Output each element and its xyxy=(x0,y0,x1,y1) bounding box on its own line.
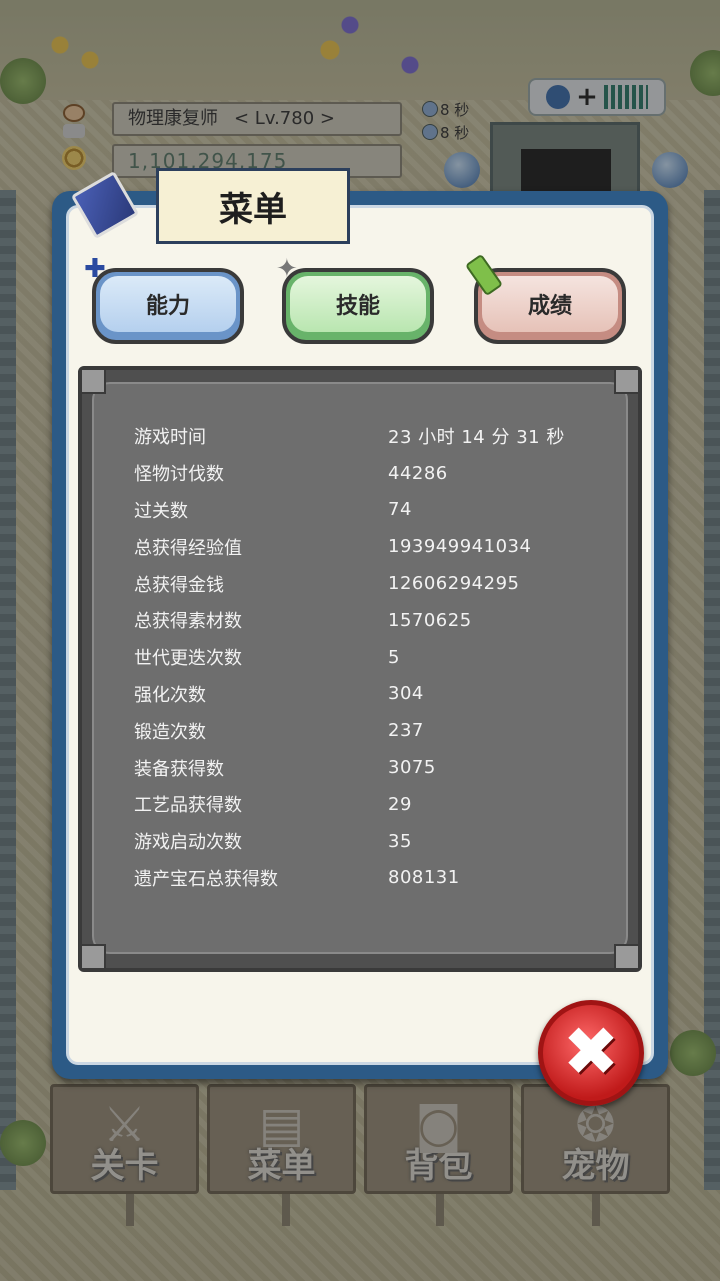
stat-row: 总获得经验值 193949941034 xyxy=(134,528,614,565)
stat-value: 3075 xyxy=(388,757,436,779)
close-icon: ✖ xyxy=(562,1013,620,1092)
menu-title: 菜单 xyxy=(156,168,350,244)
frame-corner xyxy=(80,368,106,394)
stat-row: 遗产宝石总获得数 808131 xyxy=(134,860,614,897)
stat-row: 总获得金钱 12606294295 xyxy=(134,565,614,602)
stat-label: 过关数 xyxy=(134,500,188,522)
stat-label: 工艺品获得数 xyxy=(134,795,242,817)
stat-value: 12606294295 xyxy=(388,573,520,595)
tab-record-label: 成绩 xyxy=(482,276,618,332)
stat-label: 总获得金钱 xyxy=(134,574,224,596)
stat-row: 怪物讨伐数 44286 xyxy=(134,455,614,492)
frame-corner xyxy=(614,944,640,970)
stat-value: 74 xyxy=(388,499,412,521)
stat-value: 29 xyxy=(388,793,412,815)
stat-row: 游戏启动次数 35 xyxy=(134,823,614,860)
stat-value: 808131 xyxy=(388,867,460,889)
stat-row: 装备获得数 3075 xyxy=(134,749,614,786)
tab-ability[interactable]: 能力 xyxy=(92,268,244,344)
stat-row: 游戏时间 23 小时 14 分 31 秒 xyxy=(134,418,614,455)
stat-label: 怪物讨伐数 xyxy=(134,464,224,486)
stat-row: 强化次数 304 xyxy=(134,676,614,713)
stat-value: 23 小时 14 分 31 秒 xyxy=(388,427,565,449)
frame-corner xyxy=(614,368,640,394)
stat-row: 工艺品获得数 29 xyxy=(134,786,614,823)
stat-row: 世代更迭次数 5 xyxy=(134,639,614,676)
stat-label: 遗产宝石总获得数 xyxy=(134,868,278,890)
stat-value: 44286 xyxy=(388,462,448,484)
tab-ability-label: 能力 xyxy=(100,276,236,332)
tab-skill[interactable]: 技能 xyxy=(282,268,434,344)
stat-value: 1570625 xyxy=(388,609,472,631)
sparkle-icon: ✦ xyxy=(276,254,298,284)
stat-value: 304 xyxy=(388,683,424,705)
stat-row: 锻造次数 237 xyxy=(134,712,614,749)
tab-skill-label: 技能 xyxy=(290,276,426,332)
stat-value: 35 xyxy=(388,830,412,852)
frame-corner xyxy=(80,944,106,970)
stats-list: 游戏时间 23 小时 14 分 31 秒怪物讨伐数 44286 过关数 74 总获得经验值… xyxy=(134,418,614,896)
stat-label: 世代更迭次数 xyxy=(134,648,242,670)
person-add-icon: ✚ xyxy=(84,254,106,284)
stat-row: 总获得素材数 1570625 xyxy=(134,602,614,639)
stat-value: 237 xyxy=(388,720,424,742)
stat-label: 游戏时间 xyxy=(134,427,206,449)
close-button[interactable]: ✖ xyxy=(538,1000,644,1106)
stat-label: 装备获得数 xyxy=(134,758,224,780)
stat-label: 总获得素材数 xyxy=(134,611,242,633)
stat-row: 过关数 74 xyxy=(134,492,614,529)
stat-label: 总获得经验值 xyxy=(134,537,242,559)
stat-value: 193949941034 xyxy=(388,536,532,558)
stat-label: 锻造次数 xyxy=(134,721,206,743)
stat-label: 游戏启动次数 xyxy=(134,832,242,854)
stat-value: 5 xyxy=(388,646,400,668)
stat-label: 强化次数 xyxy=(134,684,206,706)
